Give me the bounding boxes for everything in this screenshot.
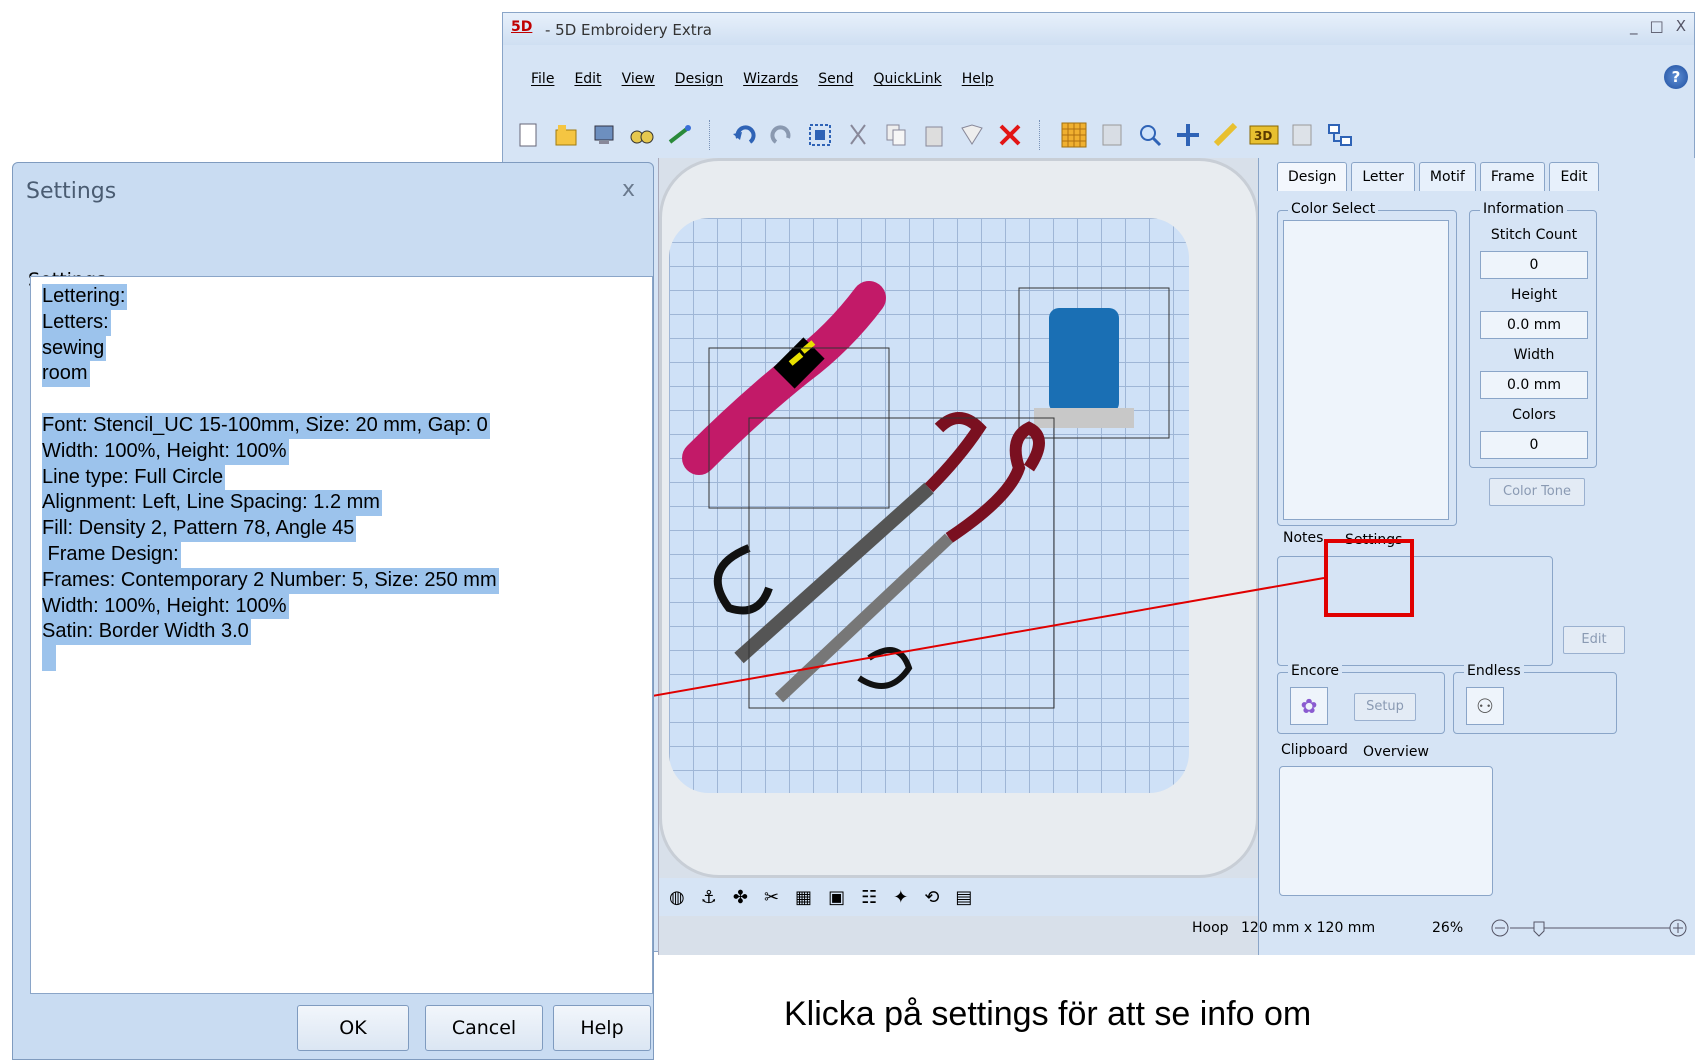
cancel-button[interactable]: Cancel bbox=[425, 1005, 543, 1051]
settings-line bbox=[42, 645, 56, 671]
settings-line bbox=[42, 387, 44, 413]
settings-line: Width: 100%, Height: 100% bbox=[42, 438, 289, 465]
settings-text: Lettering: Letters: sewing room Font: St… bbox=[42, 284, 499, 671]
close-icon[interactable]: x bbox=[622, 177, 635, 202]
settings-text-area[interactable]: Lettering: Letters: sewing room Font: St… bbox=[30, 276, 653, 994]
settings-line: Fill: Density 2, Pattern 78, Angle 45 bbox=[42, 516, 357, 542]
settings-line: Font: Stencil_UC 15-100mm, Size: 20 mm, … bbox=[42, 412, 490, 439]
settings-dialog: Settings x Settings: Lettering: Letters:… bbox=[12, 162, 654, 1060]
settings-line: Line type: Full Circle bbox=[42, 464, 226, 491]
settings-line: Satin: Border Width 3.0 bbox=[42, 619, 251, 646]
settings-line: room bbox=[42, 361, 90, 388]
settings-line: Frame Design: bbox=[42, 541, 181, 568]
settings-line: Letters: bbox=[42, 309, 111, 336]
dialog-title: Settings bbox=[26, 179, 117, 204]
ok-button[interactable]: OK bbox=[297, 1005, 409, 1051]
settings-line: Width: 100%, Height: 100% bbox=[42, 593, 289, 620]
settings-line: Alignment: Left, Line Spacing: 1.2 mm bbox=[42, 490, 382, 517]
settings-line: Lettering: bbox=[42, 284, 128, 310]
settings-line: Frames: Contemporary 2 Number: 5, Size: … bbox=[42, 567, 499, 594]
settings-line: sewing bbox=[42, 335, 107, 362]
caption-text: Klicka på settings för att se info om bbox=[784, 995, 1312, 1033]
help-button[interactable]: Help bbox=[553, 1005, 651, 1051]
